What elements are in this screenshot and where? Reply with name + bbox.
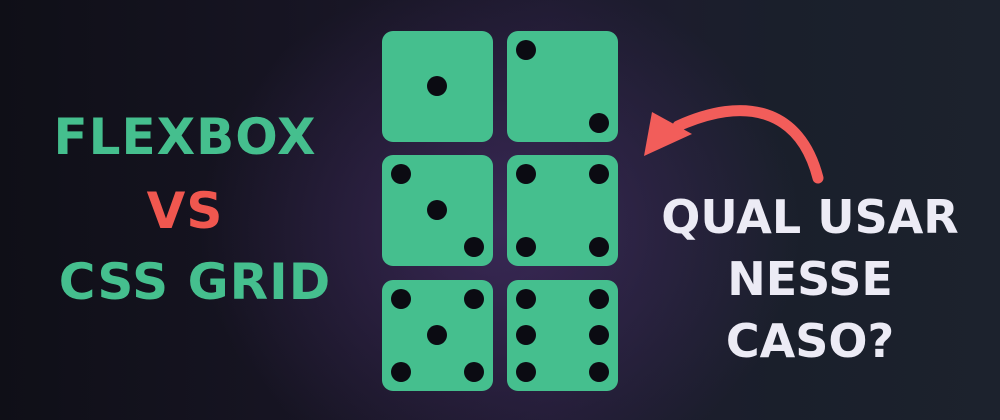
- die-pip: [391, 362, 411, 382]
- die-three: [382, 155, 493, 266]
- die-pip: [589, 325, 609, 345]
- question-line-3: CASO?: [725, 314, 895, 368]
- die-pip: [427, 325, 447, 345]
- die-pip: [589, 113, 609, 133]
- die-pip: [516, 237, 536, 257]
- die-pip: [464, 362, 484, 382]
- die-pip: [516, 325, 536, 345]
- die-pip: [391, 289, 411, 309]
- die-four: [507, 155, 618, 266]
- die-pip: [589, 164, 609, 184]
- die-pip: [464, 289, 484, 309]
- die-pip: [427, 200, 447, 220]
- die-pip: [391, 164, 411, 184]
- die-pip: [516, 40, 536, 60]
- question-line-1: QUAL USAR: [661, 190, 959, 244]
- die-pip: [589, 289, 609, 309]
- die-pip: [464, 237, 484, 257]
- die-pip: [427, 76, 447, 96]
- die-pip: [516, 164, 536, 184]
- die-pip: [589, 237, 609, 257]
- dice-grid: [382, 31, 618, 391]
- headline-vs: VS: [146, 182, 224, 240]
- headline-css-grid: CSS GRID: [58, 253, 332, 311]
- die-six: [507, 280, 618, 391]
- die-two: [507, 31, 618, 142]
- die-pip: [589, 362, 609, 382]
- die-pip: [516, 362, 536, 382]
- die-pip: [516, 289, 536, 309]
- die-one: [382, 31, 493, 142]
- die-five: [382, 280, 493, 391]
- question-text: QUAL USAR NESSE CASO?: [640, 186, 980, 372]
- headline-flexbox: FLEXBOX: [53, 108, 317, 166]
- question-line-2: NESSE: [727, 252, 893, 306]
